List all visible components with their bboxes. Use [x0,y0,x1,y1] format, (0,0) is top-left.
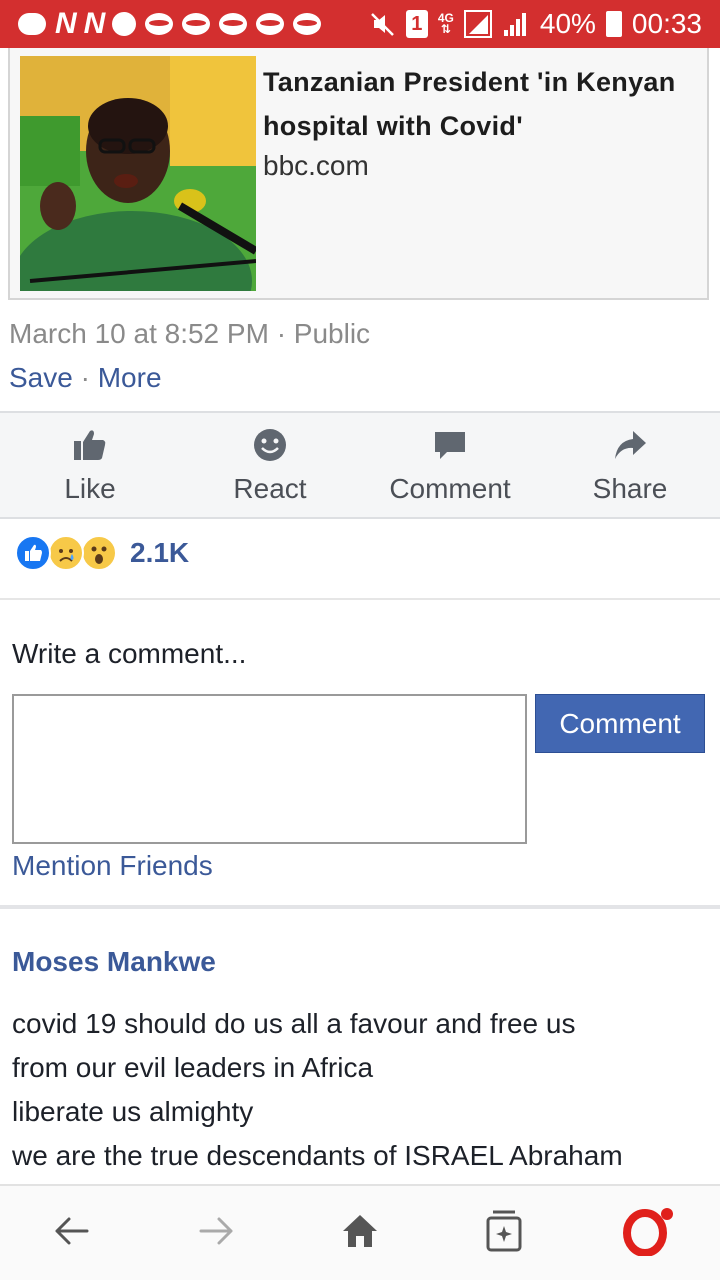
app-notification-icon [145,13,174,35]
share-arrow-icon [613,427,647,463]
wow-reaction-icon [81,535,117,571]
app-notification-icon [293,13,322,35]
react-label: React [233,473,307,504]
back-button[interactable] [0,1185,144,1280]
links-separator: · [80,362,90,393]
sad-reaction-icon [48,535,84,571]
battery-icon [605,11,622,37]
speech-bubble-icon [433,427,467,463]
save-link[interactable]: Save [9,362,73,393]
reactions-summary[interactable]: 2.1K [15,535,189,571]
meta-separator: · [276,318,287,349]
app-notification-icon [256,13,285,35]
browser-bottom-nav [0,1184,720,1280]
news-notification-icon: N [55,7,77,40]
app-notification-icon [182,13,211,35]
like-label: Like [64,473,116,504]
comment-line: we are the true descendants of ISRAEL Ab… [12,1140,623,1171]
home-icon [341,1213,379,1254]
comment-input[interactable] [12,694,527,844]
notification-icons: N N [18,7,322,41]
back-arrow-icon [54,1216,90,1251]
mute-icon [370,11,396,37]
comment-text: covid 19 should do us all a favour and f… [12,1002,712,1178]
write-comment-label: Write a comment... [12,638,247,669]
tabs-button[interactable] [432,1185,576,1280]
link-preview-card[interactable]: Tanzanian President 'in Kenyan hospital … [8,48,709,300]
comment-submit-button[interactable]: Comment [535,694,705,753]
more-link[interactable]: More [98,362,162,393]
react-button[interactable]: React [180,413,360,517]
battery-percent: 40% [539,8,596,39]
share-button[interactable]: Share [540,413,720,517]
reaction-count: 2.1K [130,537,190,568]
forward-arrow-icon [198,1216,234,1251]
chat-notification-icon [18,13,46,35]
app-notification-icon [219,13,248,35]
post-links: Save · More [9,362,162,394]
signal-icon [463,10,492,38]
divider [0,598,720,600]
like-reaction-icon [15,535,51,571]
comment-line: liberate us almighty [12,1096,254,1127]
opera-menu-button[interactable] [576,1185,720,1280]
like-button[interactable]: Like [0,413,180,517]
clock: 00:33 [631,8,702,39]
thumbs-up-icon [73,427,107,463]
share-label: Share [592,473,668,504]
article-domain: bbc.com [263,150,369,181]
post-audience: Public [293,318,371,349]
network-type: 4G ⇅ [437,11,454,36]
sim-badge: 1 [405,10,428,38]
mention-friends-link[interactable]: Mention Friends [12,850,213,882]
status-bar: N N 1 4G ⇅ 40% 00:33 [0,0,720,48]
tabs-icon [485,1210,523,1257]
forward-button[interactable] [144,1185,288,1280]
smiley-icon [253,427,287,463]
section-divider [0,905,720,909]
comment-line: covid 19 should do us all a favour and f… [12,1008,576,1039]
comment-action-button[interactable]: Comment [360,413,540,517]
reaction-icons [15,535,121,571]
news-notification-icon-2: N [83,7,106,40]
post-timestamp[interactable]: March 10 at 8:52 PM [9,318,269,349]
article-thumbnail[interactable] [20,56,256,291]
signal-strength-icon [502,10,530,38]
comment-action-label: Comment [389,473,511,504]
comment-author[interactable]: Moses Mankwe [12,946,216,978]
opera-icon [623,1206,673,1261]
action-bar: Like React Comment Share [0,411,720,519]
home-button[interactable] [288,1185,432,1280]
article-title[interactable]: Tanzanian President 'in Kenyan hospital … [263,60,703,148]
comment-line: from our evil leaders in Africa [12,1052,374,1083]
messenger-icon [112,12,137,36]
post-meta: March 10 at 8:52 PM · Public [9,318,370,350]
